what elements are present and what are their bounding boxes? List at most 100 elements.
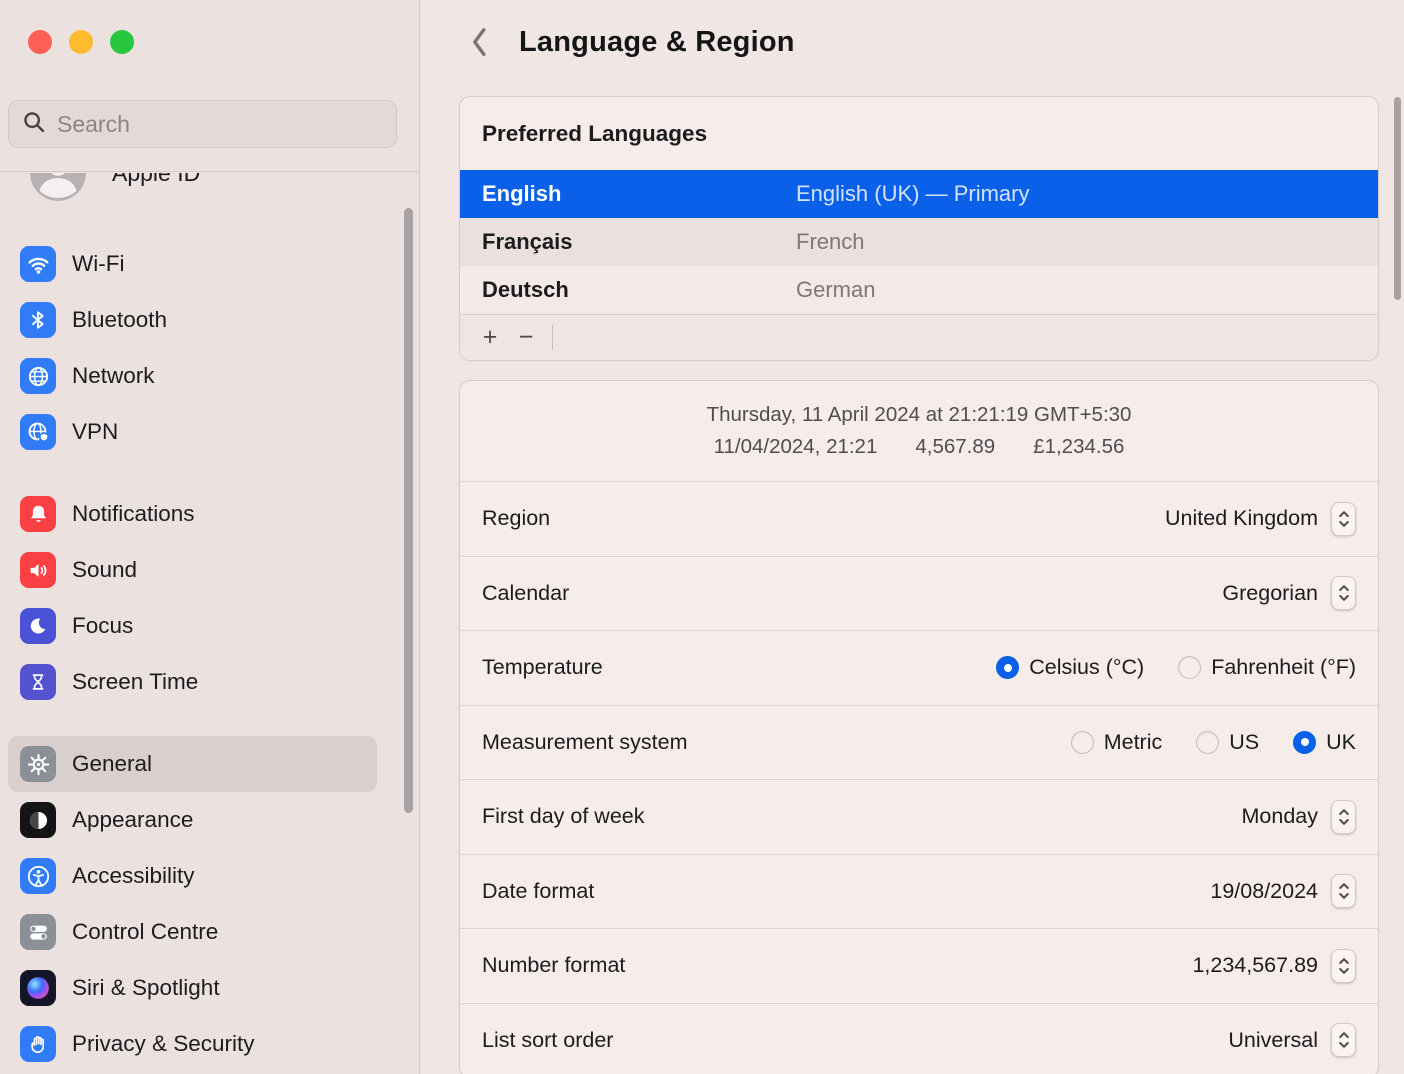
- sidebar-item-notifications[interactable]: Notifications: [8, 486, 377, 542]
- radio-unselected-icon[interactable]: [1178, 656, 1202, 680]
- zoom-window-button[interactable]: [110, 30, 134, 54]
- gear-icon: [20, 746, 56, 782]
- search-input[interactable]: [57, 110, 384, 138]
- back-button[interactable]: [470, 26, 487, 58]
- toolbar-divider: [552, 325, 553, 350]
- preferred-languages-title: Preferred Languages: [482, 120, 708, 146]
- close-window-button[interactable]: [28, 30, 52, 54]
- preview-number: 4,567.89: [915, 435, 996, 458]
- language-name: English: [482, 181, 562, 206]
- radio-option-fahrenheit-f[interactable]: Fahrenheit (°F): [1178, 655, 1356, 680]
- sidebar-item-label: Wi-Fi: [72, 251, 125, 276]
- search-field[interactable]: [8, 100, 397, 148]
- stepper-control[interactable]: [1331, 948, 1356, 983]
- remove-language-button[interactable]: −: [508, 322, 544, 354]
- sidebar-item-privacy[interactable]: Privacy & Security: [8, 1016, 377, 1072]
- sidebar-item-general[interactable]: General: [8, 736, 377, 792]
- format-settings-list: Region United Kingdom Calendar Gregorian Tem…: [460, 481, 1378, 1074]
- setting-label: Region: [482, 506, 551, 531]
- sidebar-item-wifi[interactable]: Wi-Fi: [8, 236, 377, 292]
- formats-card: Thursday, 11 April 2024 at 21:21:19 GMT+…: [459, 380, 1379, 1074]
- stepper-control[interactable]: [1331, 1023, 1356, 1058]
- preview-number: 11/04/2024, 21:21: [713, 435, 878, 458]
- stepper-control[interactable]: [1331, 799, 1356, 834]
- sidebar-item-screen-time[interactable]: Screen Time: [8, 654, 377, 710]
- sidebar-item-control-centre[interactable]: Control Centre: [8, 904, 377, 960]
- radio-selected-icon[interactable]: [996, 656, 1020, 680]
- sidebar-item-label: Appearance: [72, 807, 194, 832]
- radio-option-label: Fahrenheit (°F): [1211, 655, 1356, 680]
- setting-row-list-sort-order: List sort order Universal: [460, 1002, 1378, 1074]
- radio-option-uk[interactable]: UK: [1293, 730, 1356, 755]
- sidebar-nav: Wi-Fi Bluetooth Network VPN Notifications Sou…: [8, 236, 377, 1072]
- sidebar-group: Notifications Sound Focus Screen Time: [8, 486, 377, 710]
- language-row-deutsch[interactable]: Deutsch German: [460, 266, 1378, 314]
- sidebar-item-vpn[interactable]: VPN: [8, 404, 377, 460]
- content-scrollbar[interactable]: [1394, 97, 1401, 300]
- radio-option-metric[interactable]: Metric: [1070, 730, 1162, 755]
- setting-label: Number format: [482, 953, 626, 978]
- language-name: Français: [482, 229, 573, 254]
- sidebar-scrollbar[interactable]: [404, 208, 413, 813]
- globe-icon: [20, 358, 56, 394]
- setting-control: 1,234,567.89: [1192, 948, 1356, 983]
- preview-numbers: 11/04/2024, 21:21 4,567.89 £1,234.56: [460, 435, 1378, 459]
- stepper-control[interactable]: [1331, 874, 1356, 909]
- setting-control: Gregorian: [1222, 576, 1356, 611]
- sidebar-item-accessibility[interactable]: Accessibility: [8, 848, 377, 904]
- sidebar-item-label: VPN: [72, 419, 119, 444]
- language-row-english[interactable]: English English (UK) — Primary: [460, 170, 1378, 218]
- setting-row-number-format: Number format 1,234,567.89: [460, 928, 1378, 1003]
- stepper-control[interactable]: [1331, 501, 1356, 536]
- apple-id-label: Apple ID: [112, 173, 200, 187]
- accessibility-icon: [20, 858, 56, 894]
- sidebar-item-focus[interactable]: Focus: [8, 598, 377, 654]
- language-row-fran-ais[interactable]: Français French: [460, 218, 1378, 266]
- preview-datetime: Thursday, 11 April 2024 at 21:21:19 GMT+…: [706, 403, 1132, 426]
- language-detail: English (UK) — Primary: [796, 181, 1030, 206]
- page-title: Language & Region: [519, 25, 795, 58]
- settings-content: Preferred Languages English English (UK) …: [420, 96, 1404, 1074]
- radio-unselected-icon[interactable]: [1070, 730, 1094, 754]
- radio-option-us[interactable]: US: [1196, 730, 1259, 755]
- radio-option-celsius-c[interactable]: Celsius (°C): [996, 655, 1144, 680]
- sidebar-item-label: Focus: [72, 613, 134, 638]
- page-header: Language & Region: [420, 0, 1404, 96]
- bell-icon: [20, 496, 56, 532]
- main-pane: Language & Region Preferred Languages En…: [420, 0, 1404, 1074]
- sidebar-item-bluetooth[interactable]: Bluetooth: [8, 292, 377, 348]
- setting-row-temperature: Temperature Celsius (°C) Fahrenheit (°F): [460, 630, 1378, 705]
- setting-value: United Kingdom: [1165, 506, 1318, 531]
- stepper-control[interactable]: [1331, 576, 1356, 611]
- setting-control: United Kingdom: [1165, 501, 1356, 536]
- sidebar-item-siri[interactable]: Siri & Spotlight: [8, 960, 377, 1016]
- setting-row-first-day-of-week: First day of week Monday: [460, 779, 1378, 854]
- avatar: [30, 173, 86, 201]
- setting-label: Calendar: [482, 580, 570, 605]
- bluetooth-icon: [20, 302, 56, 338]
- sidebar-item-network[interactable]: Network: [8, 348, 377, 404]
- sidebar-item-sound[interactable]: Sound: [8, 542, 377, 598]
- sidebar-item-apple-id[interactable]: Apple ID: [8, 173, 377, 203]
- setting-control: Universal: [1228, 1023, 1356, 1058]
- radio-unselected-icon[interactable]: [1196, 730, 1220, 754]
- setting-value: Universal: [1228, 1027, 1318, 1052]
- sidebar-group: Wi-Fi Bluetooth Network VPN: [8, 236, 377, 460]
- sidebar-item-label: Notifications: [72, 501, 195, 526]
- setting-control: Monday: [1242, 799, 1356, 834]
- setting-row-region: Region United Kingdom: [460, 481, 1378, 556]
- hand-icon: [20, 1026, 56, 1062]
- sidebar-item-label: Network: [72, 363, 155, 388]
- sidebar-item-label: Screen Time: [72, 669, 199, 694]
- minimize-window-button[interactable]: [69, 30, 93, 54]
- add-language-button[interactable]: +: [472, 322, 508, 354]
- language-list: English English (UK) — Primary Français Fre…: [460, 170, 1378, 314]
- setting-row-calendar: Calendar Gregorian: [460, 555, 1378, 631]
- sidebar-item-appearance[interactable]: Appearance: [8, 792, 377, 848]
- language-detail: French: [796, 229, 865, 254]
- hourglass-icon: [20, 664, 56, 700]
- sidebar-item-label: Accessibility: [72, 863, 195, 888]
- setting-label: Temperature: [482, 655, 603, 680]
- radio-selected-icon[interactable]: [1293, 730, 1317, 754]
- sidebar-item-label: Privacy & Security: [72, 1031, 255, 1056]
